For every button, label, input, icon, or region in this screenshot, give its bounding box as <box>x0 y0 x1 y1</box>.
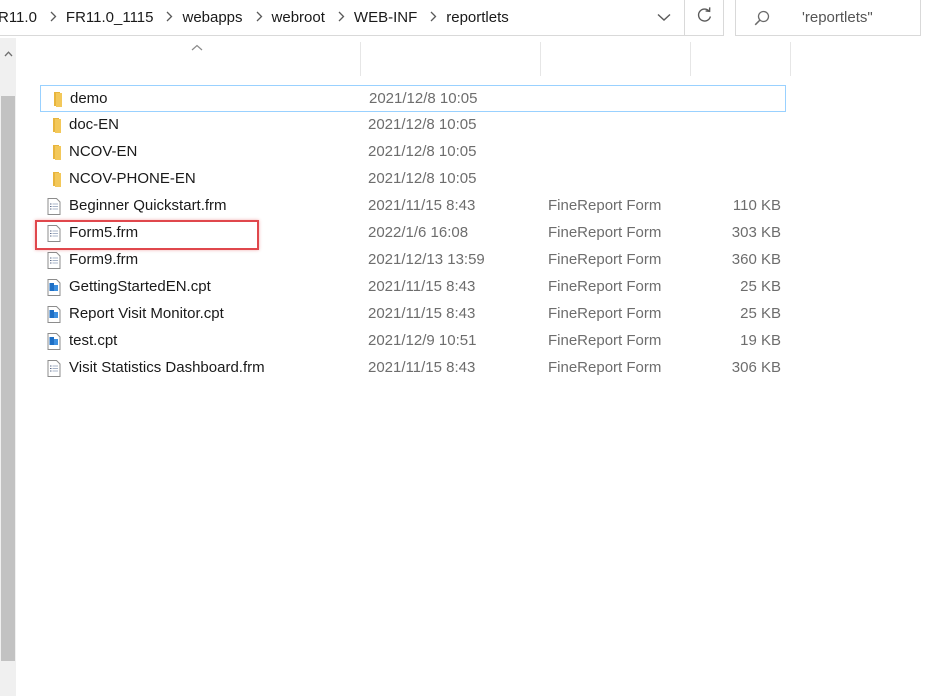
search-icon <box>742 10 782 26</box>
file-name: Report Visit Monitor.cpt <box>69 305 224 322</box>
file-date-modified: 2021/12/8 10:05 <box>368 116 477 133</box>
file-date-modified: 2021/12/8 10:05 <box>368 143 477 160</box>
cpt-file-icon <box>46 279 62 296</box>
file-row[interactable]: Form9.frm 2021/12/13 13:59 FineReport Form… <box>40 247 786 274</box>
file-size: 25 KB <box>740 305 781 322</box>
file-row[interactable]: Report Visit Monitor.cpt 2021/11/15 8:43 F… <box>40 301 786 328</box>
column-divider[interactable] <box>540 42 541 76</box>
file-type: FineReport Form <box>548 332 662 349</box>
file-type: FineReport Form <box>548 359 662 376</box>
breadcrumb: R11.0 FR11.0_1115 webapps webroot WEB-IN… <box>0 0 723 36</box>
file-name: test.cpt <box>69 332 118 349</box>
file-row[interactable]: doc-EN 2021/12/8 10:05 <box>40 112 786 139</box>
file-size: 306 KB <box>731 359 781 376</box>
chevron-down-icon <box>657 9 671 27</box>
file-row[interactable]: demo 2021/12/8 10:05 <box>40 85 786 112</box>
file-name: NCOV-PHONE-EN <box>69 170 196 187</box>
folder-icon <box>46 144 62 161</box>
file-name: demo <box>70 90 108 107</box>
file-date-modified: 2022/1/6 16:08 <box>368 224 469 241</box>
scrollbar-thumb[interactable] <box>1 96 15 661</box>
search-input[interactable]: 'reportlets" <box>735 0 921 36</box>
toolbar: R11.0 FR11.0_1115 webapps webroot WEB-IN… <box>0 0 930 38</box>
column-header <box>16 38 806 76</box>
highlight-annotation <box>35 220 259 250</box>
file-row[interactable]: NCOV-PHONE-EN 2021/12/8 10:05 <box>40 166 786 193</box>
file-type: FineReport Form <box>548 278 662 295</box>
file-row[interactable]: NCOV-EN 2021/12/8 10:05 <box>40 139 786 166</box>
search-placeholder: 'reportlets" <box>802 9 873 26</box>
file-name: NCOV-EN <box>69 143 138 160</box>
file-row[interactable]: test.cpt 2021/12/9 10:51 FineReport Form 19… <box>40 328 786 355</box>
column-divider[interactable] <box>360 42 361 76</box>
breadcrumb-item[interactable]: webapps <box>178 9 246 26</box>
file-size: 19 KB <box>740 332 781 349</box>
column-divider[interactable] <box>690 42 691 76</box>
folder-icon <box>46 171 62 188</box>
cpt-file-icon <box>46 333 62 350</box>
file-type: FineReport Form <box>548 251 662 268</box>
file-size: 110 KB <box>732 197 781 214</box>
file-name: GettingStartedEN.cpt <box>69 278 211 295</box>
file-date-modified: 2021/11/15 8:43 <box>368 278 476 295</box>
file-date-modified: 2021/11/15 8:43 <box>368 359 476 376</box>
file-type: FineReport Form <box>548 197 662 214</box>
file-date-modified: 2021/12/13 13:59 <box>368 251 485 268</box>
file-size: 25 KB <box>740 278 781 295</box>
file-size: 360 KB <box>731 251 781 268</box>
scroll-up-icon[interactable] <box>0 44 16 64</box>
refresh-icon <box>696 6 713 29</box>
file-type: FineReport Form <box>548 224 662 241</box>
breadcrumb-item[interactable]: R11.0 <box>0 9 41 26</box>
file-name: Form9.frm <box>69 251 139 268</box>
frm-file-icon <box>46 360 62 377</box>
frm-file-icon <box>46 252 62 269</box>
cpt-file-icon <box>46 306 62 323</box>
column-divider[interactable] <box>790 42 791 76</box>
sort-ascending-icon[interactable] <box>190 40 204 51</box>
file-name: doc-EN <box>69 116 120 133</box>
folder-icon <box>46 117 62 134</box>
breadcrumb-item[interactable]: webroot <box>268 9 329 26</box>
file-type: FineReport Form <box>548 305 662 322</box>
file-size: 303 KB <box>731 224 781 241</box>
breadcrumb-item[interactable]: WEB-INF <box>350 9 421 26</box>
file-date-modified: 2021/12/8 10:05 <box>368 170 477 187</box>
refresh-button[interactable] <box>684 0 724 36</box>
address-history-dropdown[interactable] <box>646 0 682 35</box>
folder-icon <box>47 91 63 108</box>
file-date-modified: 2021/11/15 8:43 <box>368 305 476 322</box>
file-row[interactable]: GettingStartedEN.cpt 2021/11/15 8:43 FineR… <box>40 274 786 301</box>
file-row[interactable]: Visit Statistics Dashboard.frm 2021/11/15… <box>40 355 786 382</box>
file-name: Beginner Quickstart.frm <box>69 197 227 214</box>
vertical-scrollbar[interactable] <box>0 38 16 696</box>
file-name: Visit Statistics Dashboard.frm <box>69 359 265 376</box>
address-bar[interactable]: R11.0 FR11.0_1115 webapps webroot WEB-IN… <box>0 0 724 36</box>
breadcrumb-item[interactable]: FR11.0_1115 <box>62 9 158 26</box>
breadcrumb-item[interactable]: reportlets <box>442 9 513 26</box>
file-date-modified: 2021/12/8 10:05 <box>369 90 478 107</box>
file-date-modified: 2021/11/15 8:43 <box>368 197 476 214</box>
file-date-modified: 2021/12/9 10:51 <box>368 332 477 349</box>
frm-file-icon <box>46 198 62 215</box>
file-row[interactable]: Beginner Quickstart.frm 2021/11/15 8:43 Fi… <box>40 193 786 220</box>
